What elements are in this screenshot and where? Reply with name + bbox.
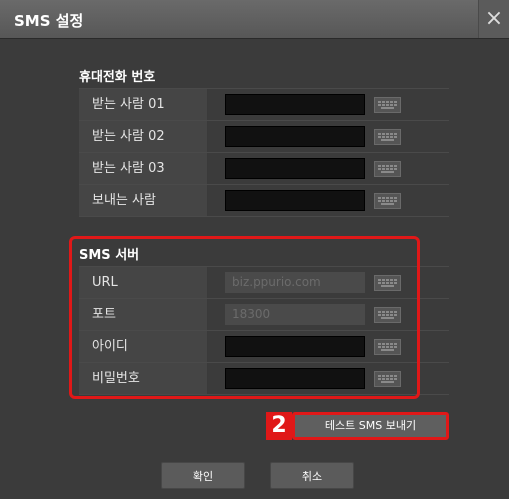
highlight-box [69,236,420,399]
divider [207,121,208,152]
recipient-02-input[interactable] [225,126,365,147]
ok-button[interactable]: 확인 [161,462,245,489]
keyboard-icon[interactable] [374,129,401,145]
title-bar: SMS 설정 × [0,0,509,39]
recipient-03-row: 받는 사람 03 [79,152,449,184]
recipient-03-label: 받는 사람 03 [79,153,207,184]
sender-row: 보내는 사람 [79,184,449,217]
close-icon[interactable]: × [478,0,509,38]
phone-section-heading: 휴대전화 번호 [79,70,156,85]
divider [207,185,208,216]
keyboard-icon[interactable] [374,193,401,209]
recipient-02-row: 받는 사람 02 [79,120,449,152]
dialog-title: SMS 설정 [14,12,84,30]
cancel-button[interactable]: 취소 [270,462,354,489]
recipient-01-label: 받는 사람 01 [79,89,207,120]
keyboard-icon[interactable] [374,97,401,113]
recipient-02-label: 받는 사람 02 [79,121,207,152]
sender-label: 보내는 사람 [79,185,207,216]
recipient-01-row: 받는 사람 01 [79,88,449,120]
callout-badge: 2 [266,412,292,440]
keyboard-icon[interactable] [374,161,401,177]
divider [207,89,208,120]
divider [207,153,208,184]
sender-input[interactable] [225,190,365,211]
test-sms-button[interactable]: 테스트 SMS 보내기 [292,412,449,440]
recipient-01-input[interactable] [225,94,365,115]
recipient-03-input[interactable] [225,158,365,179]
